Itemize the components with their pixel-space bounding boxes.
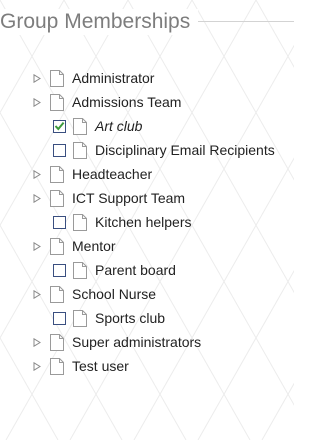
- group-row[interactable]: Mentor: [0, 234, 294, 258]
- group-label: Headteacher: [72, 166, 153, 182]
- group-row[interactable]: Sports club: [0, 306, 294, 330]
- triangle-right-icon[interactable]: [31, 241, 42, 252]
- document-icon: [73, 261, 87, 279]
- group-label: ICT Support Team: [72, 190, 186, 206]
- group-label: Test user: [72, 358, 129, 374]
- group-label: Kitchen helpers: [95, 214, 192, 230]
- group-row[interactable]: Administrator: [0, 66, 294, 90]
- group-row[interactable]: ICT Support Team: [0, 186, 294, 210]
- group-row[interactable]: Test user: [0, 354, 294, 378]
- group-row[interactable]: Admissions Team: [0, 90, 294, 114]
- triangle-right-icon[interactable]: [31, 97, 42, 108]
- group-row[interactable]: Parent board: [0, 258, 294, 282]
- group-label: Art club: [95, 118, 143, 134]
- document-icon: [50, 357, 64, 375]
- group-label: Sports club: [95, 310, 166, 326]
- group-tree: Administrator Admissions Team Art club Disc…: [0, 66, 294, 378]
- group-row[interactable]: School Nurse: [0, 282, 294, 306]
- triangle-right-icon[interactable]: [31, 73, 42, 84]
- triangle-right-icon[interactable]: [31, 169, 42, 180]
- triangle-right-icon[interactable]: [31, 361, 42, 372]
- group-label: Admissions Team: [72, 94, 182, 110]
- document-icon: [50, 285, 64, 303]
- group-row[interactable]: Super administrators: [0, 330, 294, 354]
- triangle-right-icon[interactable]: [31, 289, 42, 300]
- document-icon: [50, 93, 64, 111]
- triangle-right-icon[interactable]: [31, 337, 42, 348]
- group-label: Disciplinary Email Recipients: [95, 142, 275, 158]
- group-row[interactable]: Kitchen helpers: [0, 210, 294, 234]
- group-label: Administrator: [72, 70, 155, 86]
- document-icon: [50, 333, 64, 351]
- document-icon: [50, 237, 64, 255]
- group-checkbox[interactable]: [53, 143, 66, 157]
- fieldset-legend: Group Memberships: [0, 9, 199, 35]
- group-row[interactable]: Art club: [0, 114, 294, 138]
- group-label: Super administrators: [72, 334, 202, 350]
- document-icon: [73, 309, 87, 327]
- group-label: Parent board: [95, 262, 176, 278]
- group-row[interactable]: Headteacher: [0, 162, 294, 186]
- document-icon: [73, 117, 87, 135]
- group-label: Mentor: [72, 238, 116, 254]
- document-icon: [50, 165, 64, 183]
- group-row[interactable]: Disciplinary Email Recipients: [0, 138, 294, 162]
- group-checkbox[interactable]: [53, 119, 66, 133]
- triangle-right-icon[interactable]: [31, 193, 42, 204]
- document-icon: [50, 189, 64, 207]
- group-label: School Nurse: [72, 286, 157, 302]
- checkmark-icon: [54, 121, 65, 131]
- document-icon: [73, 141, 87, 159]
- group-checkbox[interactable]: [53, 215, 66, 229]
- group-checkbox[interactable]: [53, 311, 66, 325]
- group-checkbox[interactable]: [53, 263, 66, 277]
- document-icon: [50, 69, 64, 87]
- document-icon: [73, 213, 87, 231]
